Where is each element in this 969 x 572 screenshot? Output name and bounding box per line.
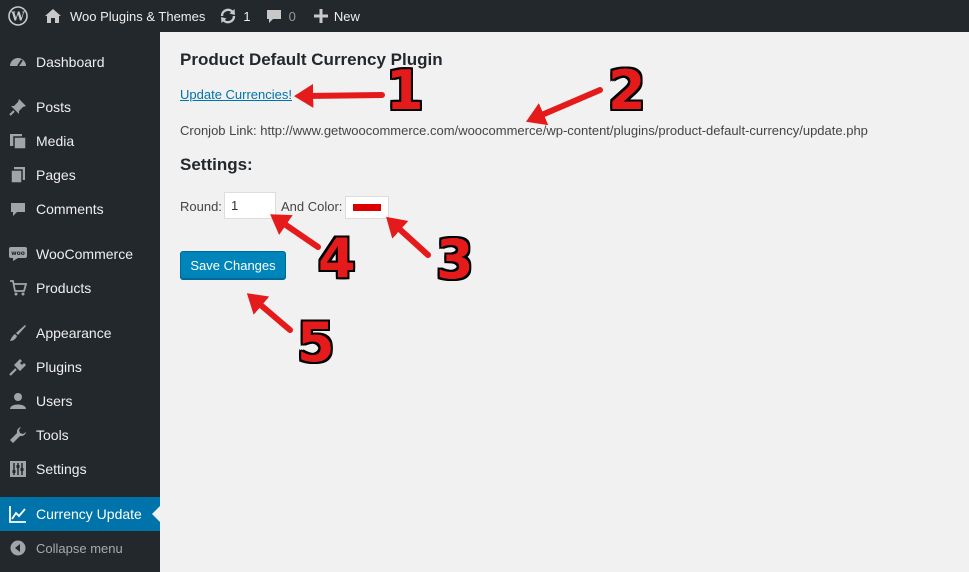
sidebar-item-label: Currency Update bbox=[36, 506, 142, 522]
admin-sidebar: Dashboard Posts Media Pages Comments woo… bbox=[0, 32, 160, 572]
wordpress-icon: W bbox=[8, 6, 28, 26]
sidebar-item-label: Users bbox=[36, 393, 73, 409]
sidebar-item-posts[interactable]: Posts bbox=[0, 90, 160, 124]
pages-icon bbox=[0, 158, 36, 192]
sidebar-item-label: WooCommerce bbox=[36, 246, 133, 262]
site-name-link[interactable]: Woo Plugins & Themes bbox=[36, 0, 213, 32]
sidebar-item-comments[interactable]: Comments bbox=[0, 192, 160, 226]
annotation-arrow-2 bbox=[525, 87, 603, 126]
plug-icon bbox=[0, 350, 36, 384]
comment-icon bbox=[0, 192, 36, 226]
annotation-number-4: 4 bbox=[318, 227, 356, 290]
pin-icon bbox=[0, 90, 36, 124]
site-name: Woo Plugins & Themes bbox=[70, 8, 206, 24]
refresh-icon bbox=[221, 8, 236, 24]
svg-text:W: W bbox=[10, 10, 25, 24]
cronjob-label: Cronjob Link: bbox=[180, 123, 257, 138]
collapse-menu-button[interactable]: Collapse menu bbox=[0, 531, 160, 565]
sliders-icon bbox=[0, 452, 36, 486]
save-changes-button[interactable]: Save Changes bbox=[180, 251, 286, 279]
wordpress-logo-button[interactable]: W bbox=[0, 0, 36, 32]
color-picker[interactable] bbox=[345, 196, 389, 219]
sidebar-item-settings[interactable]: Settings bbox=[0, 452, 160, 486]
annotation-number-5: 5 bbox=[297, 311, 335, 374]
cronjob-url: http://www.getwoocommerce.com/woocommerc… bbox=[260, 123, 868, 138]
brush-icon bbox=[0, 316, 36, 350]
annotation-number-3: 3 bbox=[436, 228, 474, 291]
sidebar-item-tools[interactable]: Tools bbox=[0, 418, 160, 452]
annotation-arrow-4 bbox=[270, 214, 321, 250]
sidebar-item-label: Dashboard bbox=[36, 54, 105, 70]
sidebar-item-pages[interactable]: Pages bbox=[0, 158, 160, 192]
sidebar-item-dashboard[interactable]: Dashboard bbox=[0, 45, 160, 79]
wrench-icon bbox=[0, 418, 36, 452]
media-icon bbox=[0, 124, 36, 158]
annotation-arrow-5 bbox=[246, 293, 293, 333]
sidebar-item-users[interactable]: Users bbox=[0, 384, 160, 418]
collapse-menu-label: Collapse menu bbox=[36, 540, 123, 556]
sidebar-item-label: Appearance bbox=[36, 325, 112, 341]
annotation-number-1: 1 bbox=[386, 59, 424, 122]
dashboard-icon bbox=[0, 45, 36, 79]
sidebar-item-label: Plugins bbox=[36, 359, 82, 375]
sidebar-item-label: Tools bbox=[36, 427, 69, 443]
sidebar-item-woocommerce[interactable]: woo WooCommerce bbox=[0, 237, 160, 271]
cart-icon bbox=[0, 271, 36, 305]
comments-count: 0 bbox=[288, 8, 296, 24]
sidebar-item-label: Media bbox=[36, 133, 75, 149]
svg-text:woo: woo bbox=[11, 250, 25, 257]
color-label: And Color: bbox=[281, 199, 343, 214]
round-input[interactable] bbox=[224, 192, 276, 219]
sidebar-item-label: Comments bbox=[36, 201, 104, 217]
annotation-arrow-1 bbox=[294, 83, 385, 108]
sidebar-item-currency-update[interactable]: Currency Update bbox=[0, 497, 160, 531]
sidebar-item-products[interactable]: Products bbox=[0, 271, 160, 305]
user-icon bbox=[0, 384, 36, 418]
comments-button[interactable]: 0 bbox=[259, 0, 304, 32]
annotation-arrow-3 bbox=[386, 216, 431, 258]
collapse-icon bbox=[0, 531, 36, 565]
updates-count: 1 bbox=[243, 8, 251, 24]
new-label: New bbox=[333, 8, 360, 24]
sidebar-item-plugins[interactable]: Plugins bbox=[0, 350, 160, 384]
new-content-button[interactable]: New bbox=[304, 0, 368, 32]
settings-heading: Settings: bbox=[180, 155, 253, 174]
admin-bar: W Woo Plugins & Themes 1 0 New bbox=[0, 0, 969, 32]
sidebar-item-appearance[interactable]: Appearance bbox=[0, 316, 160, 350]
chart-icon bbox=[0, 497, 36, 531]
sidebar-item-label: Pages bbox=[36, 167, 76, 183]
woo-icon: woo bbox=[0, 237, 36, 271]
cronjob-line: Cronjob Link: http://www.getwoocommerce.… bbox=[180, 123, 868, 138]
sidebar-item-label: Settings bbox=[36, 461, 87, 477]
color-swatch bbox=[353, 204, 381, 211]
sidebar-item-label: Products bbox=[36, 280, 92, 296]
sidebar-item-media[interactable]: Media bbox=[0, 124, 160, 158]
round-label: Round: bbox=[180, 199, 222, 214]
update-currencies-link[interactable]: Update Currencies! bbox=[180, 87, 292, 102]
plus-icon bbox=[313, 9, 328, 23]
comment-bubble-icon bbox=[266, 10, 281, 23]
updates-button[interactable]: 1 bbox=[213, 0, 258, 32]
annotation-number-2: 2 bbox=[608, 59, 646, 122]
home-icon bbox=[45, 9, 61, 23]
sidebar-item-label: Posts bbox=[36, 99, 72, 115]
